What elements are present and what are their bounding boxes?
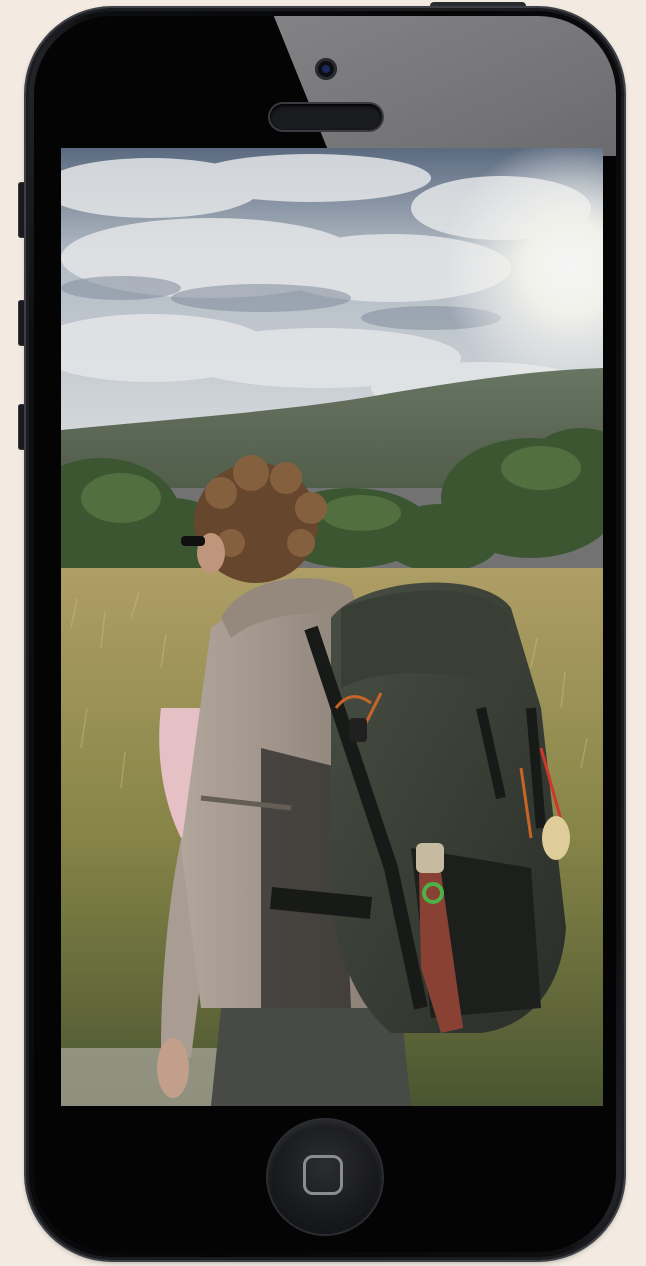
- home-button[interactable]: [268, 1120, 382, 1234]
- bezel-glare: [257, 16, 616, 156]
- video-screen[interactable]: [61, 148, 603, 1106]
- page-stage: [0, 0, 646, 1266]
- speaker-icon: [270, 104, 382, 130]
- silent-switch[interactable]: [18, 182, 26, 238]
- camera-icon: [315, 58, 337, 80]
- home-button-icon: [303, 1155, 343, 1195]
- video-frame: [61, 148, 603, 1106]
- volume-down-button[interactable]: [18, 404, 26, 450]
- volume-up-button[interactable]: [18, 300, 26, 346]
